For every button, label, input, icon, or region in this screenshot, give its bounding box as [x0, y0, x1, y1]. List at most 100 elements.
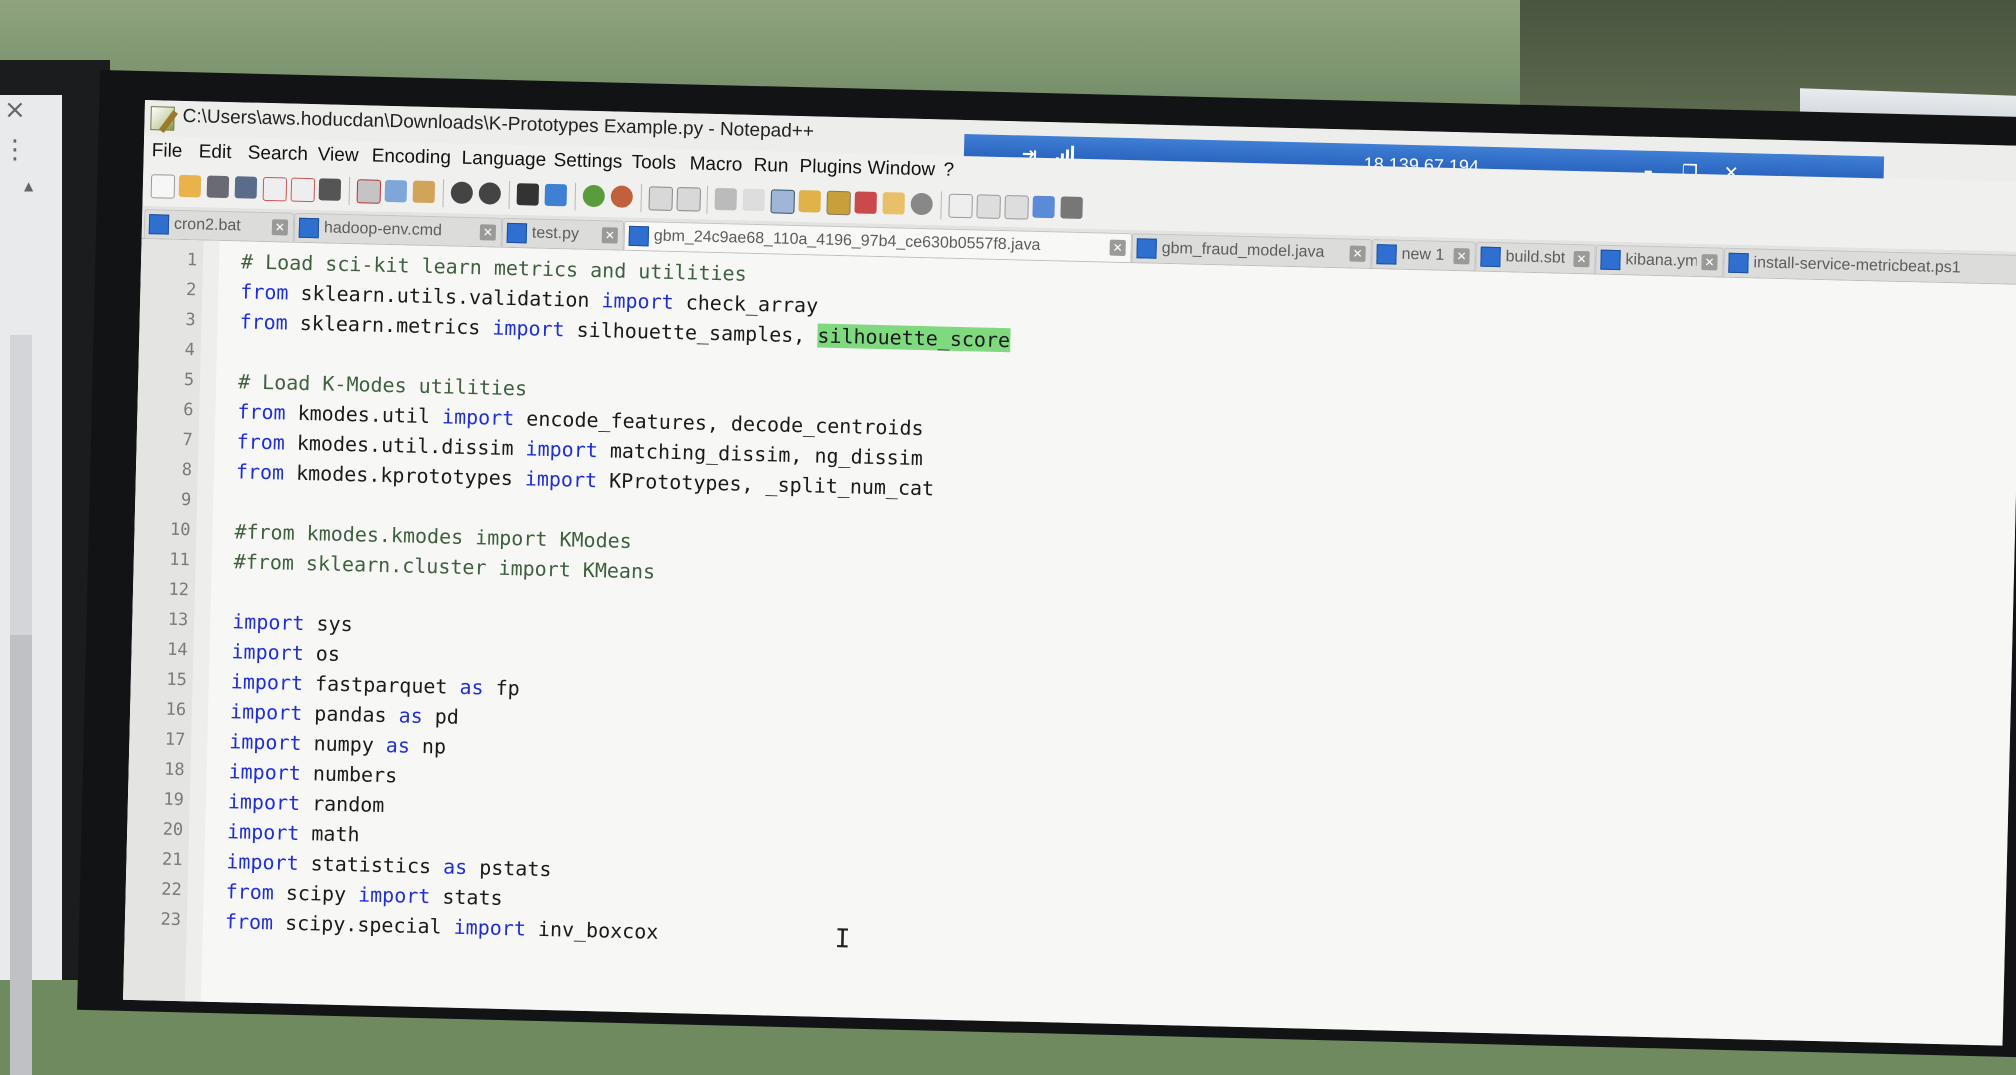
code-line[interactable]: from scipy.special import inv_boxcox — [225, 909, 659, 944]
tab-close-icon[interactable]: ✕ — [1453, 248, 1470, 265]
close-icon[interactable] — [262, 176, 288, 202]
function-list-icon[interactable] — [854, 191, 877, 214]
code-line[interactable]: import sys — [232, 609, 353, 636]
keyword-token: import — [228, 759, 302, 786]
save-macro-icon[interactable] — [1060, 196, 1083, 219]
menu-macro[interactable]: Macro — [689, 153, 742, 176]
menu-file[interactable]: File — [151, 140, 183, 163]
redo-icon[interactable] — [478, 182, 502, 205]
file-icon — [628, 225, 650, 247]
menu-window[interactable]: Window — [867, 158, 935, 182]
zoom-out-icon[interactable] — [610, 185, 634, 208]
menu-settings[interactable]: Settings — [553, 150, 622, 174]
close-all-icon[interactable] — [290, 177, 316, 203]
word-wrap-icon[interactable] — [714, 187, 738, 211]
sync-horizontal-icon[interactable] — [676, 187, 702, 212]
menu-run[interactable]: Run — [753, 155, 788, 178]
code-line[interactable]: from sklearn.metrics import silhouette_s… — [239, 309, 1011, 353]
find-icon[interactable] — [516, 183, 540, 206]
keyword-token: from — [235, 459, 285, 485]
menu-encoding[interactable]: Encoding — [371, 146, 451, 170]
tab-build-sbt[interactable]: build.sbt ✕ — [1475, 241, 1596, 274]
code-token: sklearn.metrics — [287, 310, 493, 340]
print-icon[interactable] — [318, 178, 342, 201]
show-all-chars-icon[interactable] — [742, 188, 766, 212]
tab-close-icon[interactable]: ✕ — [1573, 250, 1590, 268]
code-line[interactable]: import os — [231, 639, 340, 666]
file-icon — [1480, 246, 1501, 268]
stop-macro-icon[interactable] — [976, 194, 1001, 219]
run-macro-multiple-icon[interactable] — [1032, 195, 1055, 219]
tab-close-icon[interactable]: ✕ — [601, 227, 619, 244]
tab-test-py[interactable]: test.py ✕ — [501, 217, 625, 250]
close-icon[interactable]: × — [4, 95, 26, 125]
code-line[interactable]: from scipy import stats — [225, 879, 502, 910]
tab-kibana-yml[interactable]: kibana.yml ✕ — [1595, 244, 1724, 277]
save-all-icon[interactable] — [234, 176, 258, 199]
cut-icon[interactable] — [356, 179, 382, 204]
tab-close-icon[interactable]: ✕ — [1109, 239, 1126, 257]
tab-new-1[interactable]: new 1 ✕ — [1371, 239, 1476, 271]
comment-token: #from kmodes.kmodes import KModes — [234, 519, 633, 554]
left-scrollbar-thumb[interactable] — [10, 635, 32, 1075]
code-token: statistics — [298, 850, 444, 879]
tab-gbm-fraud-model-java[interactable]: gbm_fraud_model.java ✕ — [1131, 233, 1372, 269]
code-line[interactable]: #from kmodes.kmodes import KModes — [234, 519, 632, 553]
folder-workspace-icon[interactable] — [882, 192, 905, 215]
code-line[interactable]: import math — [227, 819, 360, 846]
menu-language[interactable]: Language — [461, 148, 546, 172]
keyword-token: import — [453, 914, 527, 941]
replace-icon[interactable] — [544, 183, 568, 207]
code-token: kmodes.util.dissim — [284, 430, 526, 461]
copy-icon[interactable] — [384, 179, 408, 203]
line-number: 12 — [168, 579, 190, 601]
play-macro-icon[interactable] — [1004, 195, 1029, 220]
line-number: 6 — [182, 400, 194, 421]
tab-close-icon[interactable]: ✕ — [1701, 254, 1718, 271]
new-file-icon[interactable] — [150, 174, 176, 199]
line-number: 1 — [186, 250, 198, 271]
line-number: 19 — [163, 789, 185, 811]
tab-close-icon[interactable]: ✕ — [1349, 245, 1366, 262]
line-number: 21 — [161, 849, 183, 871]
code-line[interactable]: import random — [228, 789, 385, 817]
record-macro-icon[interactable] — [948, 193, 973, 219]
save-icon[interactable] — [206, 175, 230, 199]
line-number: 10 — [169, 519, 191, 541]
code-line[interactable]: import numbers — [228, 759, 397, 787]
paste-icon[interactable] — [412, 180, 436, 204]
code-token: check_array — [673, 289, 819, 318]
open-file-icon[interactable] — [178, 174, 202, 198]
toolbar-separator — [348, 177, 351, 206]
line-number: 9 — [180, 490, 192, 511]
code-line[interactable]: import numpy as np — [229, 729, 446, 758]
tab-hadoop-env-cmd[interactable]: hadoop-env.cmd ✕ — [293, 212, 503, 247]
code-token: sys — [304, 611, 353, 637]
more-options-icon[interactable]: ⋮ — [2, 135, 28, 165]
code-line[interactable]: # Load K-Modes utilities — [238, 369, 527, 400]
menu-view[interactable]: View — [317, 144, 358, 167]
code-line[interactable]: import statistics as pstats — [226, 849, 552, 881]
tab-close-icon[interactable]: ✕ — [479, 224, 497, 241]
udl-icon[interactable] — [826, 190, 851, 216]
menu-tools[interactable]: Tools — [631, 152, 676, 175]
menu-help[interactable]: ? — [943, 160, 954, 182]
scroll-up-icon[interactable]: ▲ — [24, 179, 33, 193]
keyword-token: import — [229, 729, 302, 756]
code-line[interactable]: import pandas as pd — [230, 699, 459, 729]
language-icon[interactable] — [798, 190, 821, 213]
menu-edit[interactable]: Edit — [198, 141, 231, 164]
zoom-in-icon[interactable] — [582, 184, 606, 208]
undo-icon[interactable] — [450, 181, 474, 205]
indent-guide-icon[interactable] — [770, 189, 795, 214]
sync-vertical-icon[interactable] — [648, 186, 674, 211]
menu-plugins[interactable]: Plugins — [799, 156, 862, 180]
tab-cron2-bat[interactable]: cron2.bat ✕ — [143, 209, 295, 242]
code-line[interactable]: #from sklearn.cluster import KMeans — [233, 549, 655, 583]
code-editor[interactable]: 1 # Load sci-kit learn metrics and utilit… — [123, 238, 2016, 1046]
keyword-token: from — [240, 279, 289, 305]
monitoring-icon[interactable] — [910, 192, 933, 216]
menu-search[interactable]: Search — [247, 143, 308, 166]
code-line[interactable]: import fastparquet as fp — [231, 669, 521, 700]
tab-close-icon[interactable]: ✕ — [271, 219, 289, 236]
